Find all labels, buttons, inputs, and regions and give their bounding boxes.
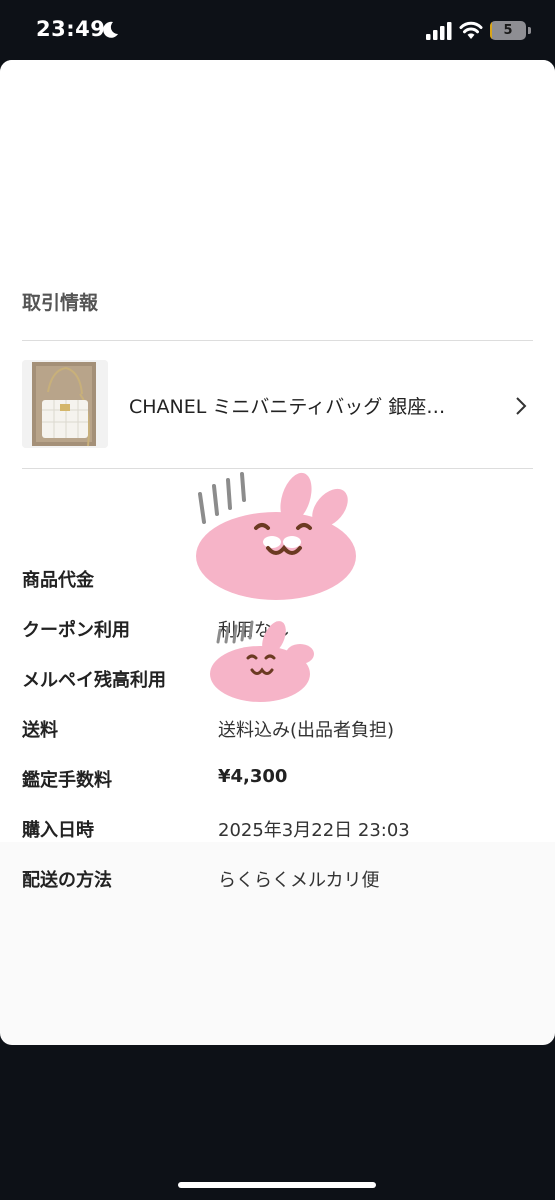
merpay-balance-label: メルペイ残高利用: [22, 670, 166, 691]
bag-image: [22, 360, 108, 448]
status-bar: 23:49 5: [0, 0, 555, 60]
info-row-purchase-datetime: 購入日時 2025年3月22日 23:03: [0, 802, 555, 852]
rabbit-sticker-small: [210, 620, 314, 702]
authentication-fee-label: 鑑定手数料: [22, 770, 112, 791]
shipping-method-label: 配送の方法: [22, 870, 112, 891]
shipping-fee-label: 送料: [22, 720, 58, 741]
chevron-right-icon: [516, 397, 527, 415]
product-thumbnail: [22, 360, 108, 448]
divider: [22, 340, 533, 341]
home-indicator[interactable]: [178, 1182, 376, 1188]
info-row-shipping-fee: 送料 送料込み(出品者負担): [0, 702, 555, 752]
section-title: 取引情報: [22, 292, 99, 314]
info-row-authentication-fee: 鑑定手数料 ¥4,300: [0, 752, 555, 802]
purchase-datetime-value: 2025年3月22日 23:03: [218, 820, 410, 841]
signal-icon: [426, 22, 452, 40]
wifi-icon: [459, 21, 483, 39]
shipping-method-value: らくらくメルカリ便: [218, 870, 380, 891]
moon-icon: [103, 21, 118, 38]
shipping-fee-value: 送料込み(出品者負担): [218, 720, 395, 741]
rabbit-sticker-large: [196, 472, 356, 600]
item-price-label: 商品代金: [22, 570, 94, 591]
divider: [22, 468, 533, 469]
battery-cap: [528, 27, 531, 34]
coupon-label: クーポン利用: [22, 620, 130, 641]
product-title: CHANEL ミニバニティバッグ 銀座…: [129, 396, 446, 418]
transaction-info-section: 取引情報 CHANEL ミニバニティバッグ 銀座… 商品代金 クーポン利用 利用…: [0, 260, 555, 891]
info-row-shipping-method: 配送の方法 らくらくメルカリ便: [0, 852, 555, 902]
product-row[interactable]: CHANEL ミニバニティバッグ 銀座…: [0, 342, 555, 468]
sheet-header-area: [0, 60, 555, 260]
battery-icon: 5: [490, 21, 526, 40]
transaction-sheet: 取引情報 CHANEL ミニバニティバッグ 銀座… 商品代金 クーポン利用 利用…: [0, 60, 555, 1045]
status-time: 23:49: [36, 17, 106, 41]
battery-level: 5: [503, 23, 513, 38]
authentication-fee-value: ¥4,300: [218, 766, 288, 787]
purchase-datetime-label: 購入日時: [22, 820, 94, 841]
